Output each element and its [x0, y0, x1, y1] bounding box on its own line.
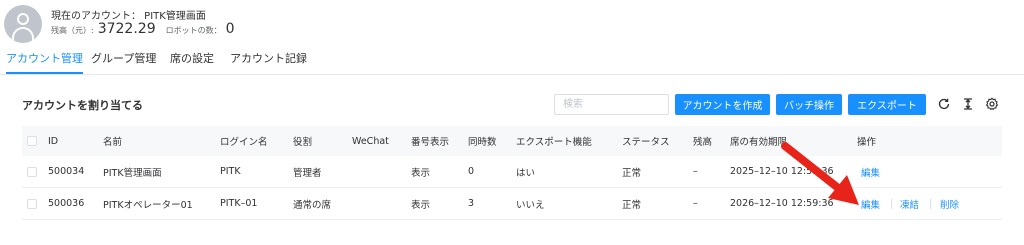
- row-checkbox[interactable]: [27, 166, 37, 177]
- balance-value: 3722.29: [97, 21, 156, 37]
- row-checkbox[interactable]: [27, 198, 37, 209]
- refresh-icon[interactable]: [937, 97, 951, 111]
- action-divider: [930, 199, 931, 209]
- cell-status: 正常: [622, 199, 642, 211]
- column-header-concurrent: 同時数: [468, 137, 497, 148]
- action-divider: [891, 199, 892, 209]
- settings-icon[interactable]: [985, 97, 999, 111]
- robot-count-label: ロボットの数：: [165, 26, 222, 35]
- cell-name: PITKオペレーター01: [103, 199, 193, 211]
- column-header-name: 名前: [103, 137, 123, 148]
- column-header-balance: 残高: [693, 137, 713, 148]
- red-arrow-annotation: [781, 142, 859, 205]
- avatar[interactable]: [4, 5, 42, 43]
- column-height-icon[interactable]: [961, 97, 975, 111]
- current-account-label: 現在のアカウント： PITK管理画面: [51, 11, 206, 22]
- column-header-number-display: 番号表示: [411, 137, 450, 148]
- balance-label: 残高（元）:: [51, 26, 94, 35]
- balance-line: 残高（元）: 3722.29 ロボットの数： 0: [51, 21, 235, 37]
- section-title: アカウントを割り当てる: [22, 99, 143, 112]
- batch-operation-button[interactable]: バッチ操作: [776, 94, 842, 115]
- tab-account-management[interactable]: アカウント管理: [6, 50, 83, 74]
- cell-number-display: 表示: [411, 199, 431, 211]
- select-all-checkbox[interactable]: [27, 136, 37, 146]
- cell-role: 管理者: [293, 167, 322, 179]
- cell-id: 500034: [48, 166, 85, 177]
- account-header: 現在のアカウント： PITK管理画面 残高（元）: 3722.29 ロボットの数…: [0, 0, 1024, 43]
- robot-count-value: 0: [225, 21, 235, 37]
- column-header-id: ID: [48, 135, 59, 147]
- column-header-role: 役割: [293, 137, 313, 148]
- cell-concurrent: 3: [468, 198, 475, 209]
- user-icon: [17, 13, 29, 25]
- tabs-divider: [0, 74, 1024, 75]
- column-header-login: ログイン名: [220, 137, 268, 148]
- cell-role: 通常の席: [293, 199, 332, 211]
- cell-export: はい: [516, 167, 536, 179]
- cell-login: PITK–01: [220, 198, 258, 209]
- column-header-wechat: WeChat: [352, 135, 389, 147]
- cell-balance: –: [693, 198, 698, 209]
- cell-number-display: 表示: [411, 167, 431, 179]
- column-header-status: ステータス: [622, 137, 670, 148]
- cell-balance: –: [693, 166, 698, 177]
- cell-login: PITK: [220, 166, 241, 177]
- tab-group-management[interactable]: グループ管理: [91, 50, 156, 74]
- freeze-link[interactable]: 凍結: [900, 188, 919, 219]
- tab-bar: アカウント管理 グループ管理 席の設定 アカウント記録: [0, 50, 1024, 74]
- column-header-export: エクスポート機能: [516, 137, 592, 148]
- delete-link[interactable]: 削除: [940, 188, 959, 219]
- cell-status: 正常: [622, 167, 642, 179]
- tab-seat-settings[interactable]: 席の設定: [170, 50, 214, 74]
- cell-name: PITK管理画面: [103, 167, 162, 179]
- search-input[interactable]: [554, 94, 669, 115]
- cell-export: いいえ: [516, 199, 545, 211]
- tab-account-records[interactable]: アカウント記録: [230, 50, 307, 74]
- export-button[interactable]: エクスポート: [848, 94, 926, 115]
- cell-concurrent: 0: [468, 166, 475, 177]
- create-account-button[interactable]: アカウントを作成: [675, 94, 770, 115]
- cell-id: 500036: [48, 198, 85, 209]
